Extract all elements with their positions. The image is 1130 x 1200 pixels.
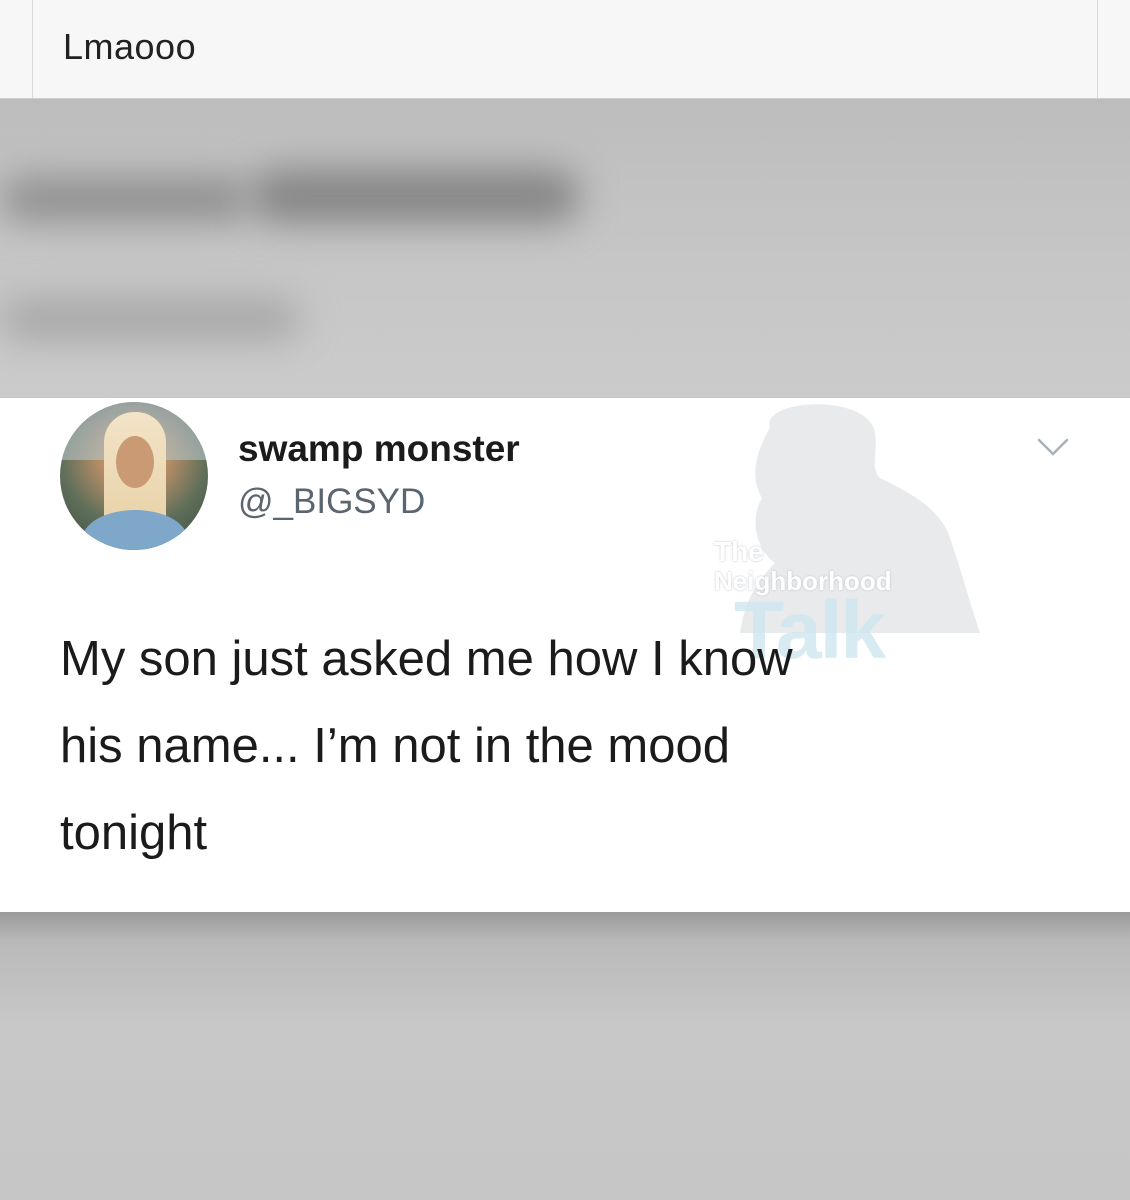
blurred-footer-area [0, 912, 1130, 1200]
blurred-header-area [0, 99, 1130, 397]
caption-text: Lmaooo [63, 26, 197, 67]
tweet-card: swamp monster @_BIGSYD The Neighborhood … [0, 398, 1130, 912]
chevron-down-icon[interactable] [1036, 436, 1070, 458]
blurred-text-blob [0, 177, 250, 221]
caption-right-border [1097, 0, 1098, 98]
blurred-text-blob [0, 299, 300, 339]
display-name[interactable]: swamp monster [238, 428, 520, 470]
tweet-text: My son just asked me how I know his name… [60, 616, 1060, 877]
tweet-text-line: his name... I’m not in the mood [60, 719, 730, 773]
avatar[interactable] [60, 402, 208, 550]
watermark-silhouette-icon [740, 404, 980, 633]
caption-bar: Lmaooo [0, 0, 1130, 99]
watermark-text-the: The [714, 536, 764, 567]
avatar-face [116, 436, 154, 488]
blurred-text-blob [250, 169, 580, 223]
user-handle[interactable]: @_BIGSYD [238, 482, 425, 522]
avatar-shirt [82, 510, 188, 550]
tweet-text-line: tonight [60, 806, 208, 860]
tweet-text-line: My son just asked me how I know [60, 632, 793, 686]
caption-left-border [32, 0, 33, 98]
watermark-text-neighborhood: Neighborhood [714, 566, 892, 596]
